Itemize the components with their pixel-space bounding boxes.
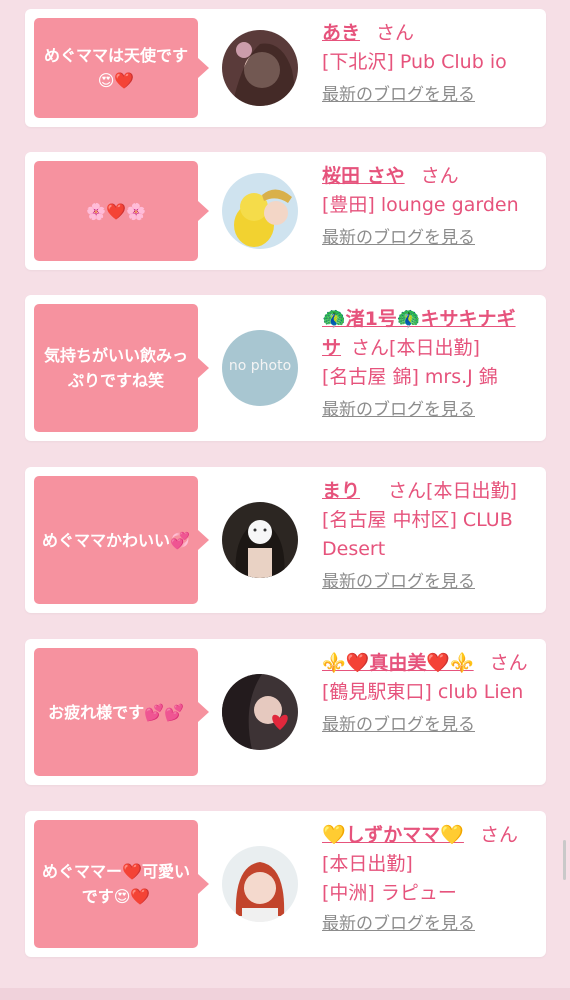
latest-blog-link[interactable]: 最新のブログを見る	[322, 568, 532, 597]
latest-blog-link[interactable]: 最新のブログを見る	[322, 711, 532, 740]
honorific: さん	[351, 337, 390, 359]
latest-blog-link[interactable]: 最新のブログを見る	[322, 396, 532, 425]
comment-text: 🌸❤️🌸	[86, 201, 146, 221]
commenter-name-link[interactable]: まり	[322, 480, 360, 502]
avatar[interactable]	[222, 674, 298, 750]
comment-bubble: めぐママは天使です😍❤️	[34, 18, 209, 118]
comment-card: お疲れ様です💕💕 ⚜️❤️真由美❤️⚜️ さん [鶴見駅東口] club Lien…	[25, 639, 546, 785]
comment-card: めぐママは天使です😍❤️ あき さん [下北沢] Pub Club io 最新のブ…	[25, 9, 546, 127]
status-badge: [本日出勤]	[426, 480, 517, 502]
comment-text: めぐママかわいい💞	[42, 530, 190, 550]
commenter-info: まり さん[本日出勤] [名古屋 中村区] CLUB Desert 最新のブログを…	[322, 477, 532, 597]
comment-text: めぐママは天使です😍❤️	[43, 46, 188, 90]
latest-blog-link[interactable]: 最新のブログを見る	[322, 910, 532, 939]
status-badge: [本日出勤]	[322, 853, 413, 875]
commenter-info: あき さん [下北沢] Pub Club io 最新のブログを見る	[322, 19, 532, 110]
comment-text: 気持ちがいい飲みっぷりですね笑	[43, 346, 188, 390]
latest-blog-link[interactable]: 最新のブログを見る	[322, 224, 532, 253]
avatar[interactable]	[222, 502, 298, 578]
shop-name: [豊田] lounge garden	[322, 194, 519, 216]
honorific: さん	[420, 165, 459, 187]
comment-bubble: めぐママかわいい💞	[34, 476, 209, 604]
commenter-info: 桜田 さや さん [豊田] lounge garden 最新のブログを見る	[322, 162, 532, 253]
comment-card: 🌸❤️🌸 桜田 さや さん [豊田] lounge garden 最新のブログを見…	[25, 152, 546, 270]
status-badge: [本日出勤]	[389, 337, 480, 359]
comment-text: お疲れ様です💕💕	[48, 702, 184, 722]
footer-pattern	[0, 988, 570, 1000]
avatar[interactable]	[222, 30, 298, 106]
honorific: さん	[388, 480, 427, 502]
comment-card: めぐママー❤️可愛いです😍❤️ 💛しずかママ💛 さん [本日出勤] [中洲] ラピ…	[25, 811, 546, 957]
avatar[interactable]: no photo	[222, 330, 298, 406]
commenter-info: 🦚渚1号🦚キサキナギサ さん[本日出勤] [名古屋 錦] mrs.J 錦 最新のブ…	[322, 305, 532, 425]
honorific: さん	[376, 22, 415, 44]
comment-bubble: 気持ちがいい飲みっぷりですね笑	[34, 304, 209, 432]
commenter-name-link[interactable]: 桜田 さや	[322, 165, 405, 187]
comment-bubble: お疲れ様です💕💕	[34, 648, 209, 776]
comment-card: めぐママかわいい💞 まり さん[本日出勤] [名古屋 中村区] CLUB Dese…	[25, 467, 546, 613]
shop-name: [名古屋 錦] mrs.J 錦	[322, 366, 498, 388]
shop-name: [下北沢] Pub Club io	[322, 51, 507, 73]
commenter-name-link[interactable]: あき	[322, 22, 360, 44]
commenter-name-link[interactable]: 💛しずかママ💛	[322, 824, 464, 846]
comment-bubble: めぐママー❤️可愛いです😍❤️	[34, 820, 209, 948]
comment-text: めぐママー❤️可愛いです😍❤️	[42, 862, 190, 906]
commenter-info: 💛しずかママ💛 さん [本日出勤] [中洲] ラピュー 最新のブログを見る	[322, 821, 532, 939]
comment-bubble: 🌸❤️🌸	[34, 161, 209, 261]
latest-blog-link[interactable]: 最新のブログを見る	[322, 81, 532, 110]
avatar[interactable]	[222, 846, 298, 922]
commenter-name-link[interactable]: ⚜️❤️真由美❤️⚜️	[322, 652, 474, 674]
comment-card: 気持ちがいい飲みっぷりですね笑 no photo 🦚渚1号🦚キサキナギサ さん[本…	[25, 295, 546, 441]
shop-name: [鶴見駅東口] club Lien	[322, 681, 524, 703]
avatar[interactable]	[222, 173, 298, 249]
no-photo-label: no photo	[228, 358, 292, 374]
scrollbar[interactable]	[563, 840, 566, 880]
commenter-info: ⚜️❤️真由美❤️⚜️ さん [鶴見駅東口] club Lien 最新のブログを見…	[322, 649, 532, 740]
honorific: さん	[489, 652, 528, 674]
comment-list: めぐママは天使です😍❤️ あき さん [下北沢] Pub Club io 最新のブ…	[0, 0, 570, 1000]
honorific: さん	[479, 824, 518, 846]
shop-name: [名古屋 中村区] CLUB Desert	[322, 509, 513, 560]
shop-name: [中洲] ラピュー	[322, 882, 457, 904]
